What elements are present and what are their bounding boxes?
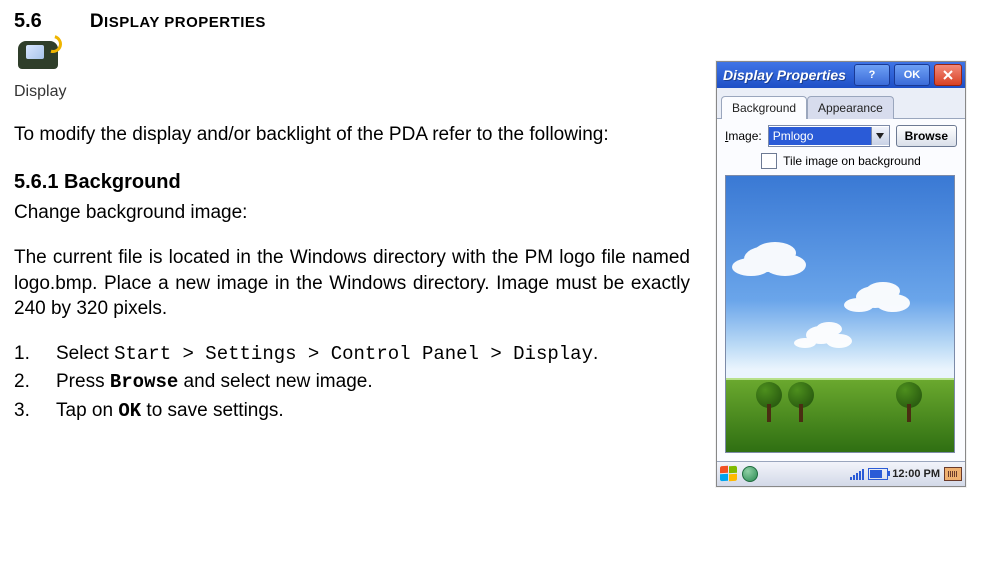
step-1: 1.Select Start > Settings > Control Pane…	[14, 341, 690, 368]
image-label: Image:	[725, 128, 762, 144]
section-heading: 5.6 DISPLAY PROPERTIES	[14, 8, 976, 35]
start-button[interactable]	[720, 466, 738, 482]
subsection-heading: 5.6.1 Background	[14, 169, 690, 196]
tab-bar: Background Appearance	[717, 88, 965, 119]
ok-button[interactable]: OK	[894, 64, 930, 86]
image-combobox[interactable]: Pmlogo	[768, 125, 890, 147]
tile-label: Tile image on background	[783, 153, 921, 169]
pda-window: Display Properties ? OK Background Appea…	[716, 61, 966, 487]
display-icon-caption: Display	[14, 81, 690, 103]
taskbar-clock[interactable]: 12:00 PM	[892, 467, 940, 482]
connection-icon[interactable]	[742, 466, 758, 482]
browse-ref: Browse	[110, 371, 178, 393]
tree-icon	[896, 382, 922, 422]
tree-icon	[756, 382, 782, 422]
lead-line: Change background image:	[14, 200, 690, 226]
tree-icon	[788, 382, 814, 422]
taskbar: 12:00 PM	[717, 461, 965, 486]
step-2: 2.Press Browse and select new image.	[14, 369, 690, 396]
image-combobox-value: Pmlogo	[769, 127, 871, 145]
instruction-paragraph: The current file is located in the Windo…	[14, 245, 690, 322]
section-number: 5.6	[14, 8, 42, 35]
section-title: DISPLAY PROPERTIES	[90, 9, 266, 35]
background-preview	[725, 175, 955, 453]
keyboard-icon[interactable]	[944, 467, 962, 481]
intro-paragraph: To modify the display and/or backlight o…	[14, 122, 690, 148]
screenshot-column: Display Properties ? OK Background Appea…	[716, 39, 976, 487]
chevron-down-icon	[876, 133, 884, 139]
menu-path: Start > Settings > Control Panel > Displ…	[114, 343, 593, 365]
close-button[interactable]	[934, 64, 962, 86]
signal-icon[interactable]	[850, 468, 864, 480]
tile-row: Tile image on background	[725, 153, 957, 169]
tab-appearance[interactable]: Appearance	[807, 96, 894, 119]
help-button[interactable]: ?	[854, 64, 890, 86]
battery-icon[interactable]	[868, 468, 888, 480]
close-icon	[943, 70, 953, 80]
image-row: Image: Pmlogo Browse	[725, 125, 957, 147]
tab-background[interactable]: Background	[721, 96, 807, 119]
ok-ref: OK	[118, 400, 141, 422]
body-text-column: Display To modify the display and/or bac…	[14, 39, 690, 487]
titlebar: Display Properties ? OK	[717, 62, 965, 88]
window-title: Display Properties	[723, 66, 850, 85]
combobox-dropdown-button[interactable]	[871, 127, 889, 145]
windows-flag-icon	[720, 466, 728, 474]
background-panel: Image: Pmlogo Browse Tile image on backg…	[717, 119, 965, 461]
browse-button[interactable]: Browse	[896, 125, 957, 147]
step-3: 3.Tap on OK to save settings.	[14, 398, 690, 425]
cloud-icon	[744, 246, 790, 272]
tile-checkbox[interactable]	[761, 153, 777, 169]
